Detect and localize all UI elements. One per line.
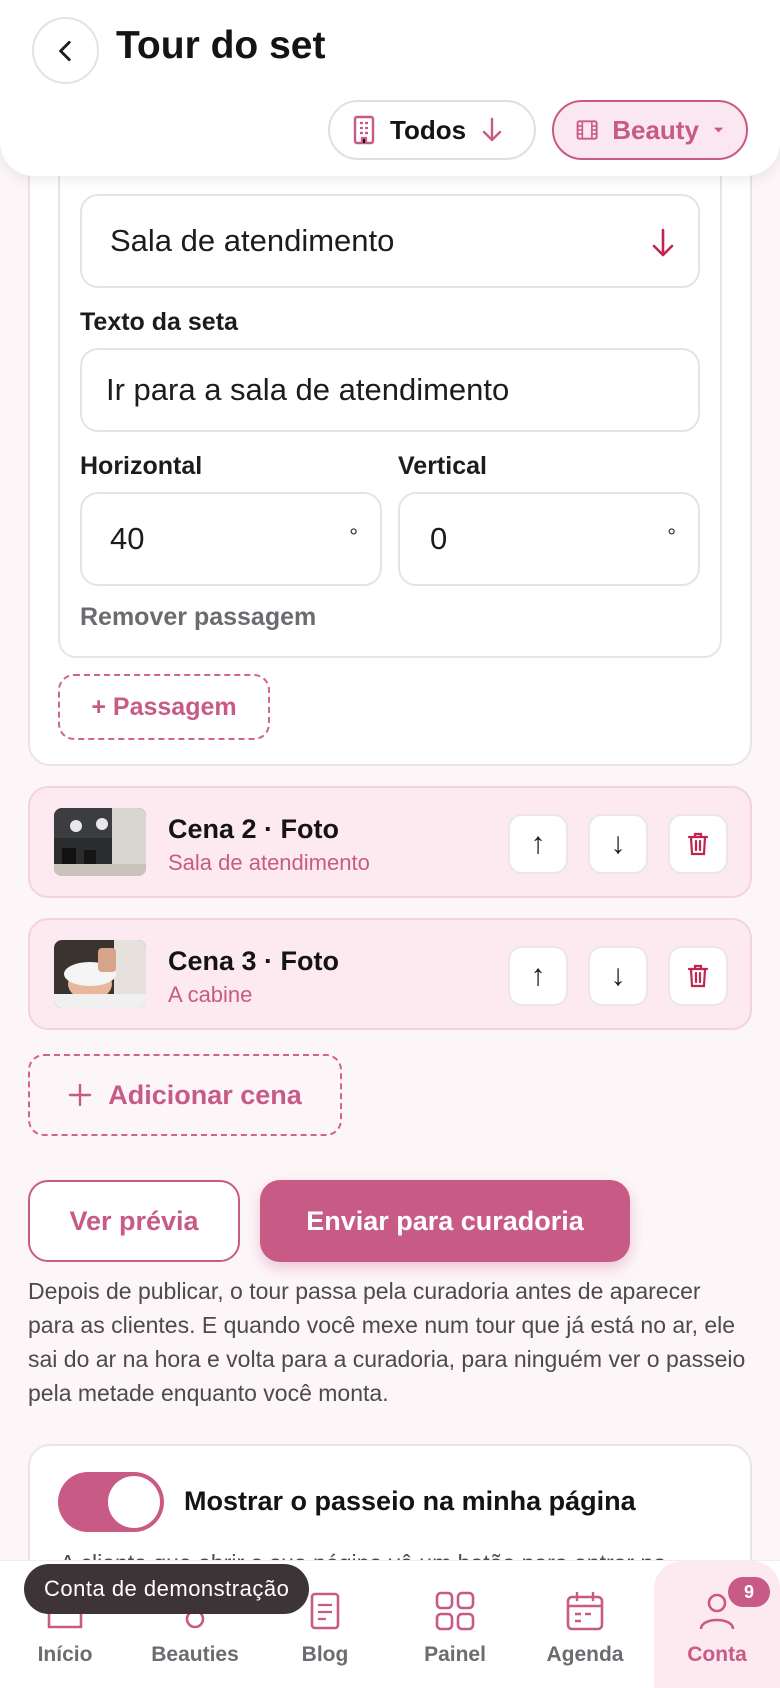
chevron-left-icon [58, 40, 71, 61]
preview-button[interactable]: Ver prévia [28, 1180, 240, 1262]
horizontal-value: 40 [110, 521, 145, 556]
nav-label: Blog [301, 1643, 349, 1666]
app-header: Tour do set Todos Beauty [0, 0, 780, 176]
vertical-value: 0 [430, 521, 448, 556]
curation-info-text: Depois de publicar, o tour passa pela cu… [28, 1278, 746, 1406]
trash-icon [687, 964, 709, 988]
scene-subtitle: A cabine [168, 982, 253, 1007]
add-scene-button[interactable]: Adicionar cena [28, 1054, 342, 1136]
arrow-down-icon [652, 228, 674, 257]
horizontal-input[interactable]: 40 ° [80, 492, 382, 586]
add-scene-label: Adicionar cena [108, 1079, 302, 1110]
dashboard-icon [435, 1591, 475, 1631]
scene-row[interactable]: Cena 2 · Foto Sala de atendimento ↑ ↓ [28, 786, 752, 898]
nav-label: Agenda [546, 1643, 624, 1666]
nav-item-agenda[interactable]: Agenda [520, 1561, 650, 1688]
move-up-button[interactable]: ↑ [508, 814, 568, 874]
destination-value: Sala de atendimento [110, 223, 395, 258]
nav-item-painel[interactable]: Painel [390, 1561, 520, 1688]
show-tour-toggle[interactable] [58, 1472, 164, 1532]
nav-label: Beauties [151, 1643, 239, 1666]
move-up-button[interactable]: ↑ [508, 946, 568, 1006]
toggle-knob [108, 1476, 160, 1528]
filter-beauty-chip[interactable]: Beauty [552, 100, 748, 160]
nav-item-conta[interactable]: Conta 9 [654, 1561, 780, 1688]
filter-todos-chip[interactable]: Todos [328, 100, 536, 160]
nav-label: Conta [687, 1643, 747, 1666]
add-passage-button[interactable]: + Passagem [58, 674, 270, 740]
filter-beauty-label: Beauty [612, 114, 699, 145]
scene-thumbnail [54, 940, 146, 1008]
arrow-text-input[interactable]: Ir para a sala de atendimento [80, 348, 700, 432]
arrow-up-icon: ↑ [530, 959, 546, 992]
move-down-button[interactable]: ↓ [588, 814, 648, 874]
destination-select[interactable]: Sala de atendimento [80, 194, 700, 288]
scene-thumbnail [54, 808, 146, 876]
show-tour-label: Mostrar o passeio na minha página [184, 1486, 636, 1516]
page-title: Tour do set [116, 24, 326, 67]
film-icon [576, 120, 598, 140]
submit-curation-button[interactable]: Enviar para curadoria [260, 1180, 630, 1262]
arrow-down-icon [482, 117, 502, 142]
arrow-text-label: Texto da seta [80, 308, 238, 336]
scene-title: Cena 2 · Foto [168, 814, 340, 844]
vertical-input[interactable]: 0 ° [398, 492, 700, 586]
arrow-up-icon: ↑ [530, 827, 546, 860]
nav-label: Painel [424, 1643, 486, 1666]
remove-passage-link[interactable]: Remover passagem [80, 603, 316, 632]
delete-scene-button[interactable] [668, 946, 728, 1006]
building-icon [353, 115, 375, 145]
horizontal-label: Horizontal [80, 452, 203, 480]
trash-icon [687, 832, 709, 856]
demo-account-toast: Conta de demonstração [24, 1564, 310, 1614]
scene-title: Cena 3 · Foto [168, 946, 340, 976]
document-icon [310, 1592, 340, 1630]
degree-unit: ° [349, 524, 358, 549]
plus-icon [69, 1083, 92, 1107]
move-down-button[interactable]: ↓ [588, 946, 648, 1006]
scene-row[interactable]: Cena 3 · Foto A cabine ↑ ↓ [28, 918, 752, 1030]
delete-scene-button[interactable] [668, 814, 728, 874]
arrow-down-icon: ↓ [610, 827, 626, 860]
filter-todos-label: Todos [390, 114, 467, 145]
calendar-icon [566, 1592, 604, 1631]
caret-down-icon [713, 127, 724, 133]
add-passage-label: + Passagem [91, 692, 237, 721]
notification-badge: 9 [728, 1577, 770, 1607]
arrow-down-icon: ↓ [610, 959, 626, 992]
nav-label: Início [37, 1643, 93, 1666]
scene-subtitle: Sala de atendimento [168, 850, 370, 875]
degree-unit: ° [667, 524, 676, 549]
arrow-text-value: Ir para a sala de atendimento [106, 372, 510, 407]
back-button[interactable] [32, 17, 99, 84]
vertical-label: Vertical [398, 452, 487, 480]
